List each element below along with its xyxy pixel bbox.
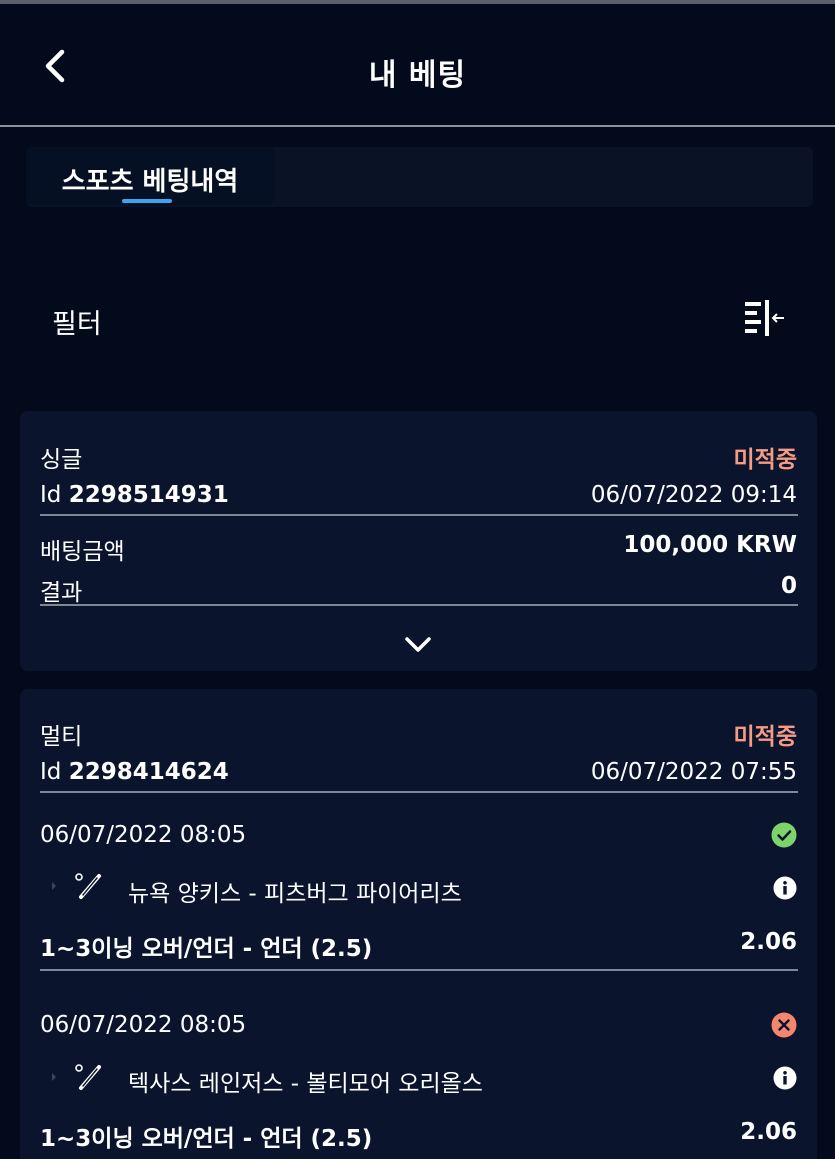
page-title: 내 베팅 [368, 58, 467, 93]
stake-label: 배팅금액 [40, 539, 125, 565]
result-amount: 0 [780, 573, 797, 599]
tab-sports-bet-history[interactable]: 스포츠 베팅내역 [26, 147, 274, 205]
bet-type: 멀티 [40, 724, 83, 750]
baseball-icon [52, 1064, 101, 1090]
filter-collapse-icon [745, 300, 784, 336]
divider [40, 791, 798, 793]
bet-id: 2298414624 [68, 759, 229, 785]
divider [40, 604, 798, 606]
leg-datetime: 06/07/2022 08:05 [40, 1012, 247, 1038]
bet-id-label: Id [40, 482, 62, 508]
active-tab-indicator [122, 199, 172, 203]
leg-event: 텍사스 레인저스 - 볼티모어 오리올스 [128, 1071, 483, 1097]
divider [40, 969, 798, 971]
bet-datetime: 06/07/2022 09:14 [590, 482, 797, 508]
bet-type: 싱글 [40, 447, 83, 473]
check-circle-icon [771, 822, 797, 848]
info-icon[interactable] [773, 876, 797, 900]
bet-card-multi: 멀티 미적중 Id 2298414624 06/07/2022 07:55 06… [20, 689, 817, 1159]
leg-odds: 2.06 [740, 929, 797, 955]
bet-id: 2298514931 [68, 482, 229, 508]
leg-datetime: 06/07/2022 08:05 [40, 822, 247, 848]
baseball-icon [52, 873, 101, 899]
result-label: 결과 [40, 580, 83, 606]
header-divider [0, 125, 835, 127]
leg-odds: 2.06 [740, 1119, 797, 1145]
tab-label: 스포츠 베팅내역 [61, 167, 239, 197]
bet-id-row: Id 2298514931 [40, 482, 229, 508]
chevron-down-icon [405, 637, 431, 652]
header-bar: 내 베팅 [0, 4, 835, 125]
divider [40, 514, 798, 516]
bet-datetime: 06/07/2022 07:55 [590, 759, 797, 785]
status-badge: 미적중 [733, 724, 797, 750]
leg-market: 1~3이닝 오버/언더 - 언더 (2.5) [40, 936, 373, 962]
tab-bar: 스포츠 베팅내역 [26, 147, 813, 207]
bet-id-row: Id 2298414624 [40, 759, 229, 785]
stake-amount: 100,000 KRW [623, 532, 797, 558]
filter-label: 필터 [52, 309, 102, 340]
leg-market: 1~3이닝 오버/언더 - 언더 (2.5) [40, 1126, 373, 1152]
status-badge: 미적중 [733, 447, 797, 473]
expand-button[interactable] [398, 629, 438, 659]
filter-button[interactable] [738, 296, 790, 342]
info-icon[interactable] [773, 1066, 797, 1090]
leg-event: 뉴욕 양키스 - 피츠버그 파이어리츠 [128, 881, 462, 907]
bet-card-single: 싱글 미적중 Id 2298514931 06/07/2022 09:14 배팅… [20, 411, 817, 671]
x-circle-icon [771, 1012, 797, 1038]
bet-id-label: Id [40, 759, 62, 785]
